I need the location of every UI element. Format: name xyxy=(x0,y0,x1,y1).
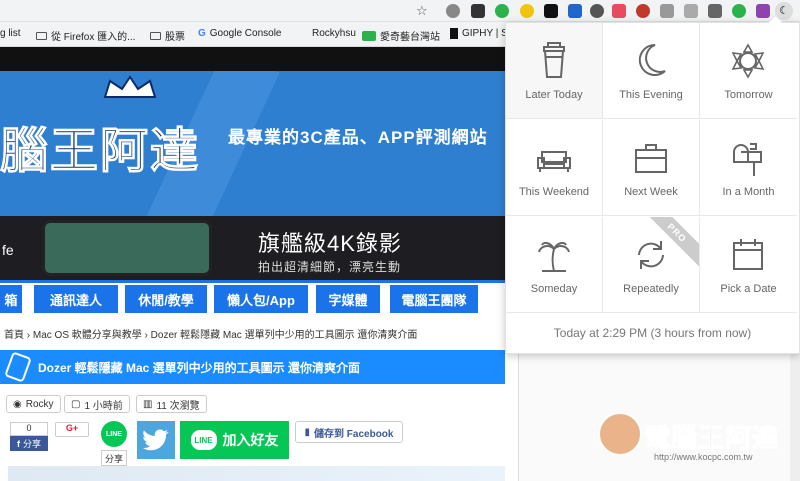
ad-subtitle: 拍出超清細節，漂亮生動 xyxy=(258,260,402,274)
ad-title: 旗艦級4K錄影 xyxy=(258,231,402,256)
palm-tree-icon xyxy=(538,241,570,272)
extension-icon-4[interactable] xyxy=(520,4,534,18)
line-share-label[interactable]: 分享 xyxy=(101,450,127,466)
line-logo-icon: LINE xyxy=(190,430,217,450)
nav-tab[interactable]: 箱 xyxy=(0,285,22,313)
google-icon: G xyxy=(198,28,206,39)
repeat-icon xyxy=(638,241,664,269)
snooze-tomorrow[interactable]: Tomorrow xyxy=(700,23,797,119)
user-icon: ◉ xyxy=(13,398,22,410)
nav-tab[interactable]: 字媒體 xyxy=(316,285,380,313)
nav-tab[interactable]: 休閒/教學 xyxy=(125,285,207,313)
extension-icon-7[interactable] xyxy=(590,4,604,18)
site-slogan: 最專業的3C產品、APP評測網站 xyxy=(228,128,488,147)
snooze-repeatedly[interactable]: Repeatedly PRO xyxy=(603,217,700,313)
site-nav: 箱 通訊達人 休閒/教學 懶人包/App 字媒體 電腦王團隊 xyxy=(0,280,505,313)
bookmark-item[interactable]: g list xyxy=(0,28,21,39)
extension-icon-11[interactable] xyxy=(684,4,698,18)
iqiyi-icon xyxy=(362,30,376,41)
extension-icon-14[interactable] xyxy=(756,4,770,18)
site-topbar xyxy=(0,47,520,71)
phone-icon xyxy=(4,351,32,383)
line-add-friend-button[interactable]: LINE 加入好友 xyxy=(180,421,289,459)
snooze-popup: Later Today This Evening Tomorrow This W… xyxy=(505,22,800,354)
bookmark-item[interactable]: GIPHY | S xyxy=(450,28,508,39)
line-share-icon[interactable]: LINE xyxy=(101,421,127,447)
sun-icon xyxy=(731,43,765,79)
snooze-next-week[interactable]: Next Week xyxy=(603,120,700,216)
extension-icon-12[interactable] xyxy=(708,4,722,18)
folder-icon xyxy=(150,31,161,40)
breadcrumb[interactable]: 首頁 › Mac OS 軟體分享與教學 › Dozer 輕鬆隱藏 Mac 選單列… xyxy=(4,326,417,341)
sofa-icon xyxy=(537,151,571,172)
bookmark-folder[interactable]: 股票 xyxy=(150,28,185,43)
bookmark-item[interactable]: G Google Console xyxy=(198,28,282,39)
browser-toolbar: ☆ ☾ xyxy=(0,0,800,22)
time-badge: ▢ 1 小時前 xyxy=(64,395,130,413)
watermark: 電腦王阿達 http://www.kocpc.com.tw xyxy=(598,408,788,468)
ad-left-text: fe xyxy=(2,242,14,258)
snooze-later-today[interactable]: Later Today xyxy=(506,23,603,119)
extension-icon-8[interactable] xyxy=(612,4,626,18)
briefcase-icon xyxy=(635,144,667,173)
article-title-bar: Dozer 輕鬆隱藏 Mac 選單列中少用的工具圖示 還你清爽介面 xyxy=(0,350,505,384)
article-image-top xyxy=(8,466,505,481)
extension-icon-13[interactable] xyxy=(732,4,746,18)
snooze-footer-time[interactable]: Today at 2:29 PM (3 hours from now) xyxy=(506,313,799,353)
snooze-this-weekend[interactable]: This Weekend xyxy=(506,120,603,216)
moon-icon xyxy=(638,43,666,76)
snooze-pick-a-date[interactable]: Pick a Date xyxy=(700,217,797,313)
extension-icon-2[interactable] xyxy=(471,4,485,18)
mascot-face-icon xyxy=(598,412,642,456)
calendar-icon xyxy=(733,239,763,270)
extension-icon-1[interactable] xyxy=(446,4,460,18)
extension-icon-5[interactable] xyxy=(544,4,558,18)
bookmark-item[interactable]: 愛奇藝台灣站 xyxy=(362,28,440,43)
twitter-bird-icon xyxy=(143,429,169,451)
nav-tab[interactable]: 懶人包/App xyxy=(214,285,308,313)
bar-chart-icon: ▥ xyxy=(143,398,153,410)
extension-icon-9[interactable] xyxy=(636,4,650,18)
extension-icon-3[interactable] xyxy=(495,4,509,18)
bookmark-icon: ▮ xyxy=(304,426,311,438)
author-badge[interactable]: ◉ Rocky xyxy=(6,395,61,413)
phone-image xyxy=(42,220,212,276)
views-badge: ▥ 11 次瀏覽 xyxy=(136,395,207,413)
fb-share-count: 0 xyxy=(10,422,48,436)
bookmark-item[interactable]: Rockyhsu xyxy=(312,28,356,39)
extension-icon-10[interactable] xyxy=(660,4,674,18)
site-banner[interactable]: 腦王阿達 最專業的3C產品、APP評測網站 xyxy=(0,71,505,216)
snooze-someday[interactable]: Someday xyxy=(506,217,603,313)
ad-banner[interactable]: fe 旗艦級4K錄影 拍出超清細節，漂亮生動 xyxy=(0,216,505,280)
giphy-icon xyxy=(450,28,458,39)
gplus-button[interactable]: G+ xyxy=(55,422,89,437)
crown-logo-icon xyxy=(103,75,157,98)
fb-save-button[interactable]: ▮ 儲存到 Facebook xyxy=(295,421,403,443)
extension-icon-6[interactable] xyxy=(568,4,582,18)
site-logo-text: 腦王阿達 xyxy=(0,123,201,180)
coffee-cup-icon xyxy=(543,42,565,78)
facebook-icon: f xyxy=(16,438,20,449)
bookmark-folder[interactable]: 從 Firefox 匯入的... xyxy=(36,28,135,43)
folder-icon xyxy=(36,31,47,40)
bookmark-star-icon[interactable]: ☆ xyxy=(416,3,428,19)
fb-share-button[interactable]: f 分享 xyxy=(10,436,48,451)
nav-tab[interactable]: 電腦王團隊 xyxy=(390,285,478,313)
snooze-in-a-month[interactable]: In a Month xyxy=(700,120,797,216)
snooze-this-evening[interactable]: This Evening xyxy=(603,23,700,119)
nav-tab[interactable]: 通訊達人 xyxy=(34,285,118,313)
calendar-small-icon: ▢ xyxy=(71,398,81,410)
mailbox-icon xyxy=(733,143,762,176)
twitter-button[interactable] xyxy=(137,421,175,459)
article-title: Dozer 輕鬆隱藏 Mac 選單列中少用的工具圖示 還你清爽介面 xyxy=(38,360,361,375)
